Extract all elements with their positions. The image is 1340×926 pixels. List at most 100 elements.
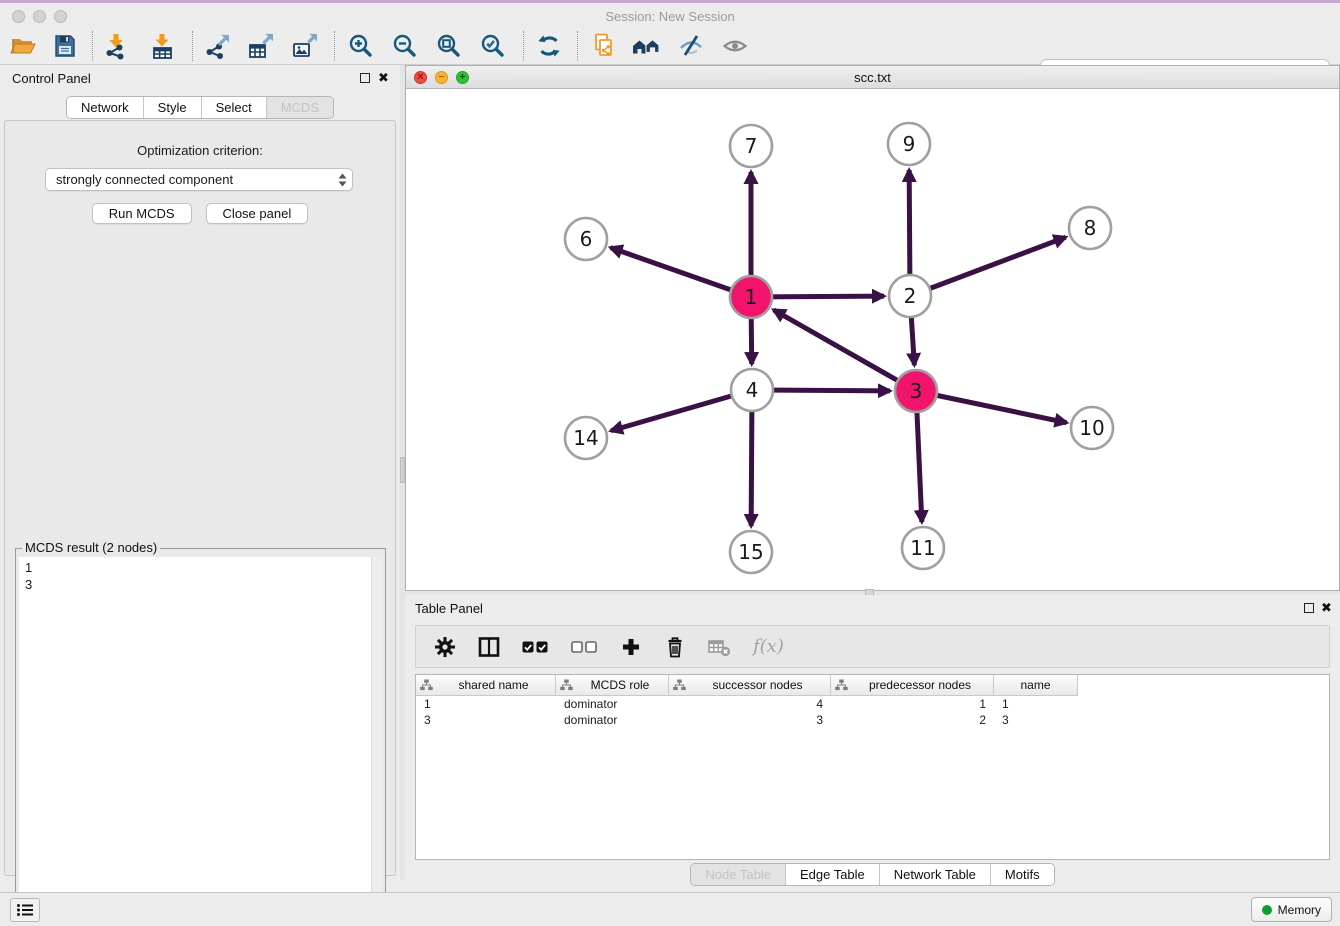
column-header-successor-nodes[interactable]: successor nodes [669,675,831,696]
function-builder-icon[interactable]: f(x) [753,636,784,657]
close-table-panel-icon[interactable]: ✖ [1321,600,1332,616]
node-table: shared nameMCDS rolesuccessor nodesprede… [415,674,1330,860]
column-header-predecessor-nodes[interactable]: predecessor nodes [831,675,994,696]
column-header-shared-name[interactable]: shared name [416,675,556,696]
control-panel-title: Control Panel [12,71,91,86]
table-toolbar: f(x) [415,625,1330,668]
zoom-fit-icon[interactable] [434,30,464,62]
optimization-criterion-label: Optimization criterion: [5,143,395,158]
show-graphics-details-icon[interactable] [720,30,750,62]
close-panel-icon[interactable]: ✖ [378,70,389,86]
tab-style[interactable]: Style [143,97,201,118]
network-view-window: ✕ − + scc.txt 7 9 6 8 1 2 4 3 14 10 15 11 [405,65,1340,591]
table-row[interactable]: 3dominator323 [416,712,1329,728]
memory-status-dot [1262,905,1272,915]
main-toolbar [0,27,1340,65]
svg-text:3: 3 [910,379,923,403]
graph-node-9[interactable]: 9 [888,123,930,165]
graph-node-10[interactable]: 10 [1071,407,1113,449]
table-cell[interactable]: 3 [994,712,1078,728]
delete-table-icon[interactable] [708,637,731,657]
edge-3-10[interactable] [916,391,1067,423]
network-window-title: scc.txt [406,70,1339,85]
table-cell[interactable]: 1 [994,696,1078,712]
svg-text:4: 4 [746,378,759,402]
memory-button[interactable]: Memory [1251,897,1332,922]
tab-network-table[interactable]: Network Table [879,864,990,885]
table-cell[interactable]: dominator [556,712,669,728]
table-cell[interactable]: 3 [669,712,831,728]
column-header-name[interactable]: name [994,675,1078,696]
mcds-panel: Optimization criterion: strongly connect… [4,120,396,876]
select-all-checkboxes-icon[interactable] [522,640,549,654]
svg-text:10: 10 [1079,416,1104,440]
delete-column-trash-icon[interactable] [664,635,686,659]
node-table-header: shared nameMCDS rolesuccessor nodesprede… [416,675,1329,696]
graph-node-3[interactable]: 3 [895,370,937,412]
graph-node-8[interactable]: 8 [1069,207,1111,249]
tab-mcds[interactable]: MCDS [266,97,333,118]
hide-graphics-details-icon[interactable] [676,30,706,62]
network-canvas[interactable]: 7 9 6 8 1 2 4 3 14 10 15 11 [406,89,1339,590]
zoom-out-icon[interactable] [390,30,420,62]
graph-node-4[interactable]: 4 [731,369,773,411]
mcds-result-text-area[interactable]: 1 3 [19,557,382,922]
svg-text:7: 7 [745,134,758,158]
run-mcds-button[interactable]: Run MCDS [92,203,192,224]
result-scrollbar[interactable] [371,557,382,922]
tab-motifs[interactable]: Motifs [990,864,1054,885]
save-session-icon[interactable] [50,30,80,62]
table-cell[interactable]: 3 [416,712,556,728]
graph-node-11[interactable]: 11 [902,527,944,569]
table-row[interactable]: 1dominator411 [416,696,1329,712]
graph-node-1[interactable]: 1 [730,276,772,318]
table-cell[interactable]: 4 [669,696,831,712]
zoom-selected-icon[interactable] [478,30,508,62]
control-panel: Control Panel ✖ NetworkStyleSelectMCDS O… [0,65,400,880]
export-image-icon[interactable] [290,30,320,62]
open-session-icon[interactable] [8,30,38,62]
svg-text:11: 11 [910,536,935,560]
tab-edge-table[interactable]: Edge Table [785,864,879,885]
column-header-MCDS-role[interactable]: MCDS role [556,675,669,696]
control-panel-tabs: NetworkStyleSelectMCDS [66,96,334,119]
export-network-icon[interactable] [203,30,233,62]
zoom-in-icon[interactable] [346,30,376,62]
svg-text:1: 1 [745,285,758,309]
mcds-result-box: MCDS result (2 nodes) 1 3 [15,548,386,926]
graph-node-14[interactable]: 14 [565,417,607,459]
network-graph[interactable]: 7 9 6 8 1 2 4 3 14 10 15 11 [406,89,1339,590]
graph-node-2[interactable]: 2 [889,275,931,317]
edge-3-1[interactable] [774,310,916,391]
task-history-button[interactable] [10,898,40,922]
table-cell[interactable]: dominator [556,696,669,712]
table-cell[interactable]: 1 [831,696,994,712]
tab-select[interactable]: Select [201,97,266,118]
import-table-icon[interactable] [148,30,178,62]
optimization-criterion-select[interactable]: strongly connected component [45,168,353,191]
svg-text:15: 15 [738,540,763,564]
graph-node-6[interactable]: 6 [565,218,607,260]
table-cell[interactable]: 2 [831,712,994,728]
close-panel-button[interactable]: Close panel [206,203,309,224]
table-panel-title: Table Panel [415,601,483,616]
table-cell[interactable]: 1 [416,696,556,712]
export-table-icon[interactable] [246,30,276,62]
graph-node-15[interactable]: 15 [730,531,772,573]
float-panel-icon[interactable] [360,73,370,83]
copy-network-icon[interactable] [589,30,619,62]
tab-node-table[interactable]: Node Table [691,864,785,885]
graph-node-7[interactable]: 7 [730,125,772,167]
network-window-titlebar[interactable]: ✕ − + scc.txt [406,66,1339,89]
import-network-icon[interactable] [102,30,132,62]
float-table-panel-icon[interactable] [1304,603,1314,613]
deselect-all-checkboxes-icon[interactable] [571,640,598,654]
home-networks-icon[interactable] [632,30,662,62]
show-columns-icon[interactable] [478,636,500,658]
tab-network[interactable]: Network [67,97,143,118]
refresh-icon[interactable] [534,30,564,62]
edge-1-6[interactable] [611,248,751,297]
edge-2-8[interactable] [910,237,1066,296]
table-settings-gear-icon[interactable] [434,636,456,658]
add-column-icon[interactable] [620,636,642,658]
